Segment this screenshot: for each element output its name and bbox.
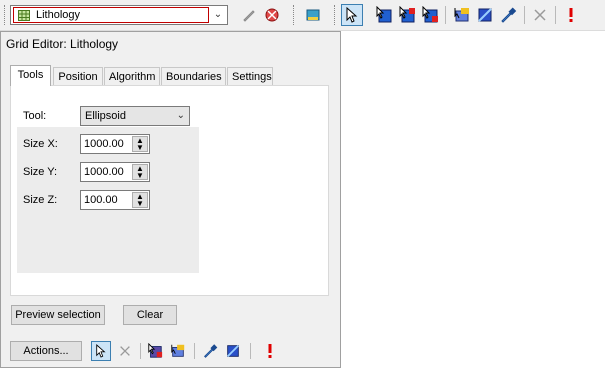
size-x-value: 1000.00 [84, 138, 124, 150]
select-remove-icon [422, 6, 438, 23]
grid-layer-icon [18, 10, 30, 21]
select-cells-icon [148, 343, 163, 358]
select-cells-icon [376, 6, 392, 23]
spin-arrows-icon: ▲ ▼ [136, 136, 144, 152]
tool-label: Tool: [23, 110, 47, 122]
spin-arrows-icon: ▲ ▼ [136, 164, 144, 180]
panel-eyedropper-button[interactable] [200, 341, 220, 361]
select-remove-button[interactable] [419, 4, 441, 26]
pointer-arrow-icon [96, 344, 106, 358]
layer-select-field[interactable]: Lithology [13, 7, 209, 23]
panel-alert-button[interactable] [260, 341, 280, 361]
size-z-label: Size Z: [23, 194, 58, 206]
fill-cells-button[interactable] [474, 4, 496, 26]
size-y-label: Size Y: [23, 166, 58, 178]
exclamation-icon [268, 344, 272, 358]
paint-cells-button[interactable] [451, 4, 473, 26]
actions-button[interactable]: Actions... [10, 341, 82, 361]
delete-button[interactable] [529, 4, 551, 26]
book-icon [306, 9, 320, 21]
panel-select-cells-button[interactable] [145, 341, 165, 361]
spin-arrows-icon: ▲ ▼ [136, 192, 144, 208]
toolbar-separator-2 [524, 6, 525, 24]
chevron-down-icon[interactable]: ⌄ [209, 6, 227, 24]
select-cells-button[interactable] [373, 4, 395, 26]
size-y-value: 1000.00 [84, 166, 124, 178]
clear-button[interactable]: Clear [123, 305, 177, 325]
select-add-icon [399, 6, 415, 23]
size-z-spinner[interactable]: ▲ ▼ [132, 192, 148, 208]
size-x-field[interactable]: 1000.00 ▲ ▼ [80, 134, 150, 154]
toolbar-grip-2[interactable] [293, 5, 297, 25]
size-x-label: Size X: [23, 138, 58, 150]
panel-title: Grid Editor: Lithology [6, 37, 119, 51]
close-icon [534, 9, 546, 21]
panel-paint-cells-button[interactable] [168, 341, 188, 361]
eyedropper-button[interactable] [497, 4, 519, 26]
panel-pointer-button[interactable] [91, 341, 111, 361]
panel-separator-3 [250, 343, 251, 359]
layer-select-value: Lithology [36, 9, 81, 21]
panel-fill-cells-button[interactable] [223, 341, 243, 361]
tool-select-value: Ellipsoid [85, 110, 126, 122]
size-y-field[interactable]: 1000.00 ▲ ▼ [80, 162, 150, 182]
tab-settings[interactable]: Settings [227, 67, 273, 85]
size-x-spinner[interactable]: ▲ ▼ [132, 136, 148, 152]
close-icon [120, 346, 130, 356]
size-z-value: 100.00 [84, 194, 118, 206]
pencil-button[interactable] [238, 4, 260, 26]
select-pointer-button[interactable] [341, 4, 363, 26]
fill-cells-icon [478, 8, 492, 22]
panel-separator-2 [194, 343, 195, 359]
tools-tab-content: Tool: Ellipsoid ⌄ Size X: 1000.00 ▲ ▼ Siz… [10, 85, 329, 296]
tool-select[interactable]: Ellipsoid ⌄ [80, 106, 190, 126]
tab-algorithm[interactable]: Algorithm [104, 67, 160, 85]
grid-editor-panel: Grid Editor: Lithology Tools Position Al… [0, 31, 341, 368]
layer-select[interactable]: Lithology ⌄ [10, 5, 228, 25]
size-y-spinner[interactable]: ▲ ▼ [132, 164, 148, 180]
tab-boundaries[interactable]: Boundaries [161, 67, 226, 85]
fill-cells-icon [227, 345, 239, 357]
eyedropper-icon [501, 7, 517, 23]
toolbar-grip-3[interactable] [334, 5, 338, 25]
panel-separator [140, 343, 141, 359]
alert-button[interactable] [560, 4, 582, 26]
erase-region-icon [265, 8, 279, 22]
preview-selection-button[interactable]: Preview selection [11, 305, 105, 325]
paint-cells-icon [171, 344, 185, 357]
toolbar-grip[interactable] [4, 5, 8, 25]
pointer-arrow-icon [346, 7, 358, 23]
toolbar-separator [445, 6, 446, 24]
exclamation-icon [569, 8, 573, 22]
size-z-field[interactable]: 100.00 ▲ ▼ [80, 190, 150, 210]
eyedropper-icon [204, 344, 218, 358]
select-add-button[interactable] [396, 4, 418, 26]
toolbar-separator-3 [555, 6, 556, 24]
panel-toolbar: Actions... [10, 338, 340, 364]
book-button[interactable] [302, 4, 324, 26]
erase-region-button[interactable] [261, 4, 283, 26]
main-toolbar: Lithology ⌄ [0, 0, 605, 31]
chevron-down-icon: ⌄ [176, 110, 185, 121]
paint-cells-icon [454, 8, 469, 22]
tab-position[interactable]: Position [53, 67, 103, 85]
pencil-icon [243, 10, 255, 22]
panel-cancel-button[interactable] [115, 341, 135, 361]
tab-tools[interactable]: Tools [10, 65, 51, 86]
